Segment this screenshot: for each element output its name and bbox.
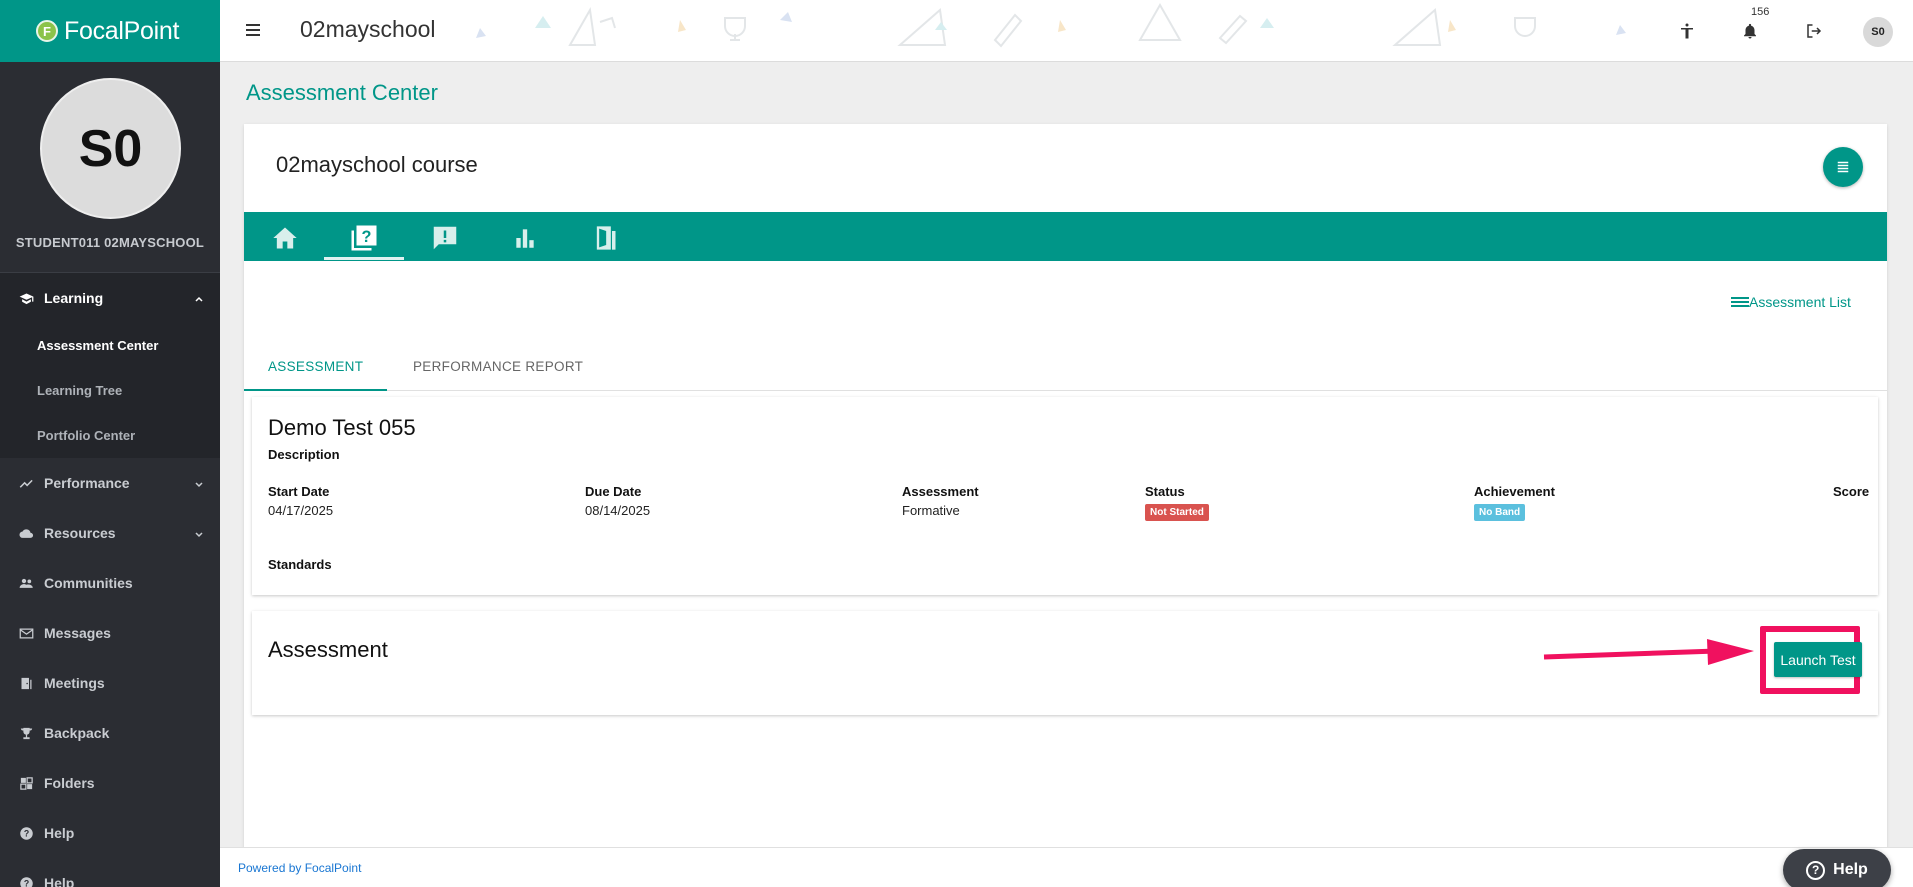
annotation-arrow [1543,639,1754,665]
assessment-list-link[interactable]: Assessment List [1731,294,1851,310]
accessibility-icon[interactable] [1673,17,1701,45]
svg-text:?: ? [23,878,28,887]
score-label: Score [1833,484,1870,499]
trend-icon [18,475,34,491]
chevron-down-icon [194,526,204,542]
cloud-icon [18,525,34,541]
announcement-icon[interactable] [428,222,462,254]
achievement-badge: No Band [1474,504,1526,521]
sidebar-item-meetings[interactable]: Meetings [0,658,220,708]
door-icon [18,675,34,691]
svg-text:?: ? [23,828,28,838]
achievement-label: Achievement [1474,484,1555,499]
trophy-icon [18,725,34,741]
powered-by-link[interactable]: Powered by FocalPoint [238,861,361,875]
description-label: Description [268,447,340,462]
folders-icon [18,775,34,791]
exit-door-icon[interactable] [588,222,622,254]
sidebar-item-label: Help [44,875,75,887]
standards-label: Standards [268,557,332,572]
bar-chart-icon[interactable] [508,222,542,254]
help-icon: ? [18,875,34,887]
quiz-icon[interactable]: ? [347,222,381,254]
start-date-label: Start Date [268,484,330,499]
chevron-down-icon [194,476,204,492]
list-icon [1731,297,1749,307]
sidebar-subitem-learning-tree[interactable]: Learning Tree [0,368,220,413]
brand[interactable]: F FocalPoint [0,0,220,62]
assessment-panel-title: Assessment [268,637,388,662]
menu-toggle-icon[interactable] [242,18,266,42]
sidebar-item-communities[interactable]: Communities [0,558,220,608]
sidebar-item-backpack[interactable]: Backpack [0,708,220,758]
sidebar-item-label: Folders [44,775,95,791]
user-avatar[interactable]: S0 [1863,17,1893,47]
active-tab-indicator [324,257,404,260]
sidebar-subitem-portfolio-center[interactable]: Portfolio Center [0,413,220,458]
chevron-up-icon [194,291,204,307]
list-icon [1837,161,1849,173]
sidebar-item-label: Backpack [44,725,110,741]
course-title: 02mayschool course [276,152,478,177]
test-title: Demo Test 055 [268,415,416,440]
due-date-label: Due Date [585,484,642,499]
focalpoint-logo-icon: F [36,20,58,42]
course-tab-bar: ? [244,212,1887,261]
sidebar-subitem-assessment-center[interactable]: Assessment Center [0,323,220,368]
sidebar-item-help-2[interactable]: ? Help [0,858,220,887]
assessment-type-value: Formative [902,503,960,518]
sidebar-item-performance[interactable]: Performance [0,458,220,508]
sidebar-item-label: Performance [44,475,130,491]
sidebar-item-resources[interactable]: Resources [0,508,220,558]
sidebar-item-label: Communities [44,575,133,591]
sidebar: S0 STUDENT011 02MAYSCHOOL Learning Asses… [0,62,220,887]
people-icon [18,575,34,591]
start-date-value: 04/17/2025 [268,503,334,518]
home-icon[interactable] [268,222,302,254]
svg-text:?: ? [362,228,372,246]
sidebar-item-label: Learning [44,290,104,306]
course-card: 02mayschool course ? Assessment List ASS… [244,124,1887,887]
sidebar-item-help[interactable]: ? Help [0,808,220,858]
due-date-value: 08/14/2025 [585,503,651,518]
assessment-list-label: Assessment List [1749,294,1851,310]
graduation-cap-icon [18,290,34,306]
tab-assessment[interactable]: ASSESSMENT [244,346,388,391]
floating-help-label: Help [1833,861,1868,878]
test-details-panel: Demo Test 055 Description Start Date 04/… [252,397,1878,595]
profile-name: STUDENT011 02MAYSCHOOL [15,235,205,250]
sidebar-item-label: Help [44,825,75,841]
decorative-pattern [476,2,1626,48]
brand-name: FocalPoint [64,16,180,45]
sidebar-item-label: Messages [44,625,111,641]
status-badge: Not Started [1145,504,1209,521]
footer: Powered by FocalPoint [220,847,1913,887]
launch-test-button[interactable]: Launch Test [1774,642,1862,677]
notification-count: 156 [1751,6,1770,18]
profile-avatar[interactable]: S0 [40,78,181,219]
sidebar-item-label: Meetings [44,675,105,691]
tab-performance-report[interactable]: PERFORMANCE REPORT [389,346,607,391]
mail-icon [18,625,34,641]
assessment-type-label: Assessment [902,484,979,499]
sidebar-nav: Learning Assessment Center Learning Tree… [0,272,220,887]
sidebar-item-folders[interactable]: Folders [0,758,220,808]
sidebar-item-label: Resources [44,525,116,541]
sidebar-item-messages[interactable]: Messages [0,608,220,658]
course-menu-button[interactable] [1823,147,1863,187]
school-name: 02mayschool [300,16,436,42]
bell-icon[interactable] [1736,17,1764,45]
sidebar-item-learning[interactable]: Learning [0,273,220,323]
assessment-panel: Assessment Launch Test [252,611,1878,715]
assessment-subtabs: ASSESSMENT PERFORMANCE REPORT [244,346,1887,391]
help-icon: ? [18,825,34,841]
floating-help-button[interactable]: ? Help [1783,849,1891,887]
top-bar: F FocalPoint 02mayschool 156 S0 [0,0,1913,62]
logout-icon[interactable] [1800,17,1828,45]
status-label: Status [1145,484,1185,499]
page-title: Assessment Center [246,80,438,105]
help-icon: ? [1806,860,1826,880]
